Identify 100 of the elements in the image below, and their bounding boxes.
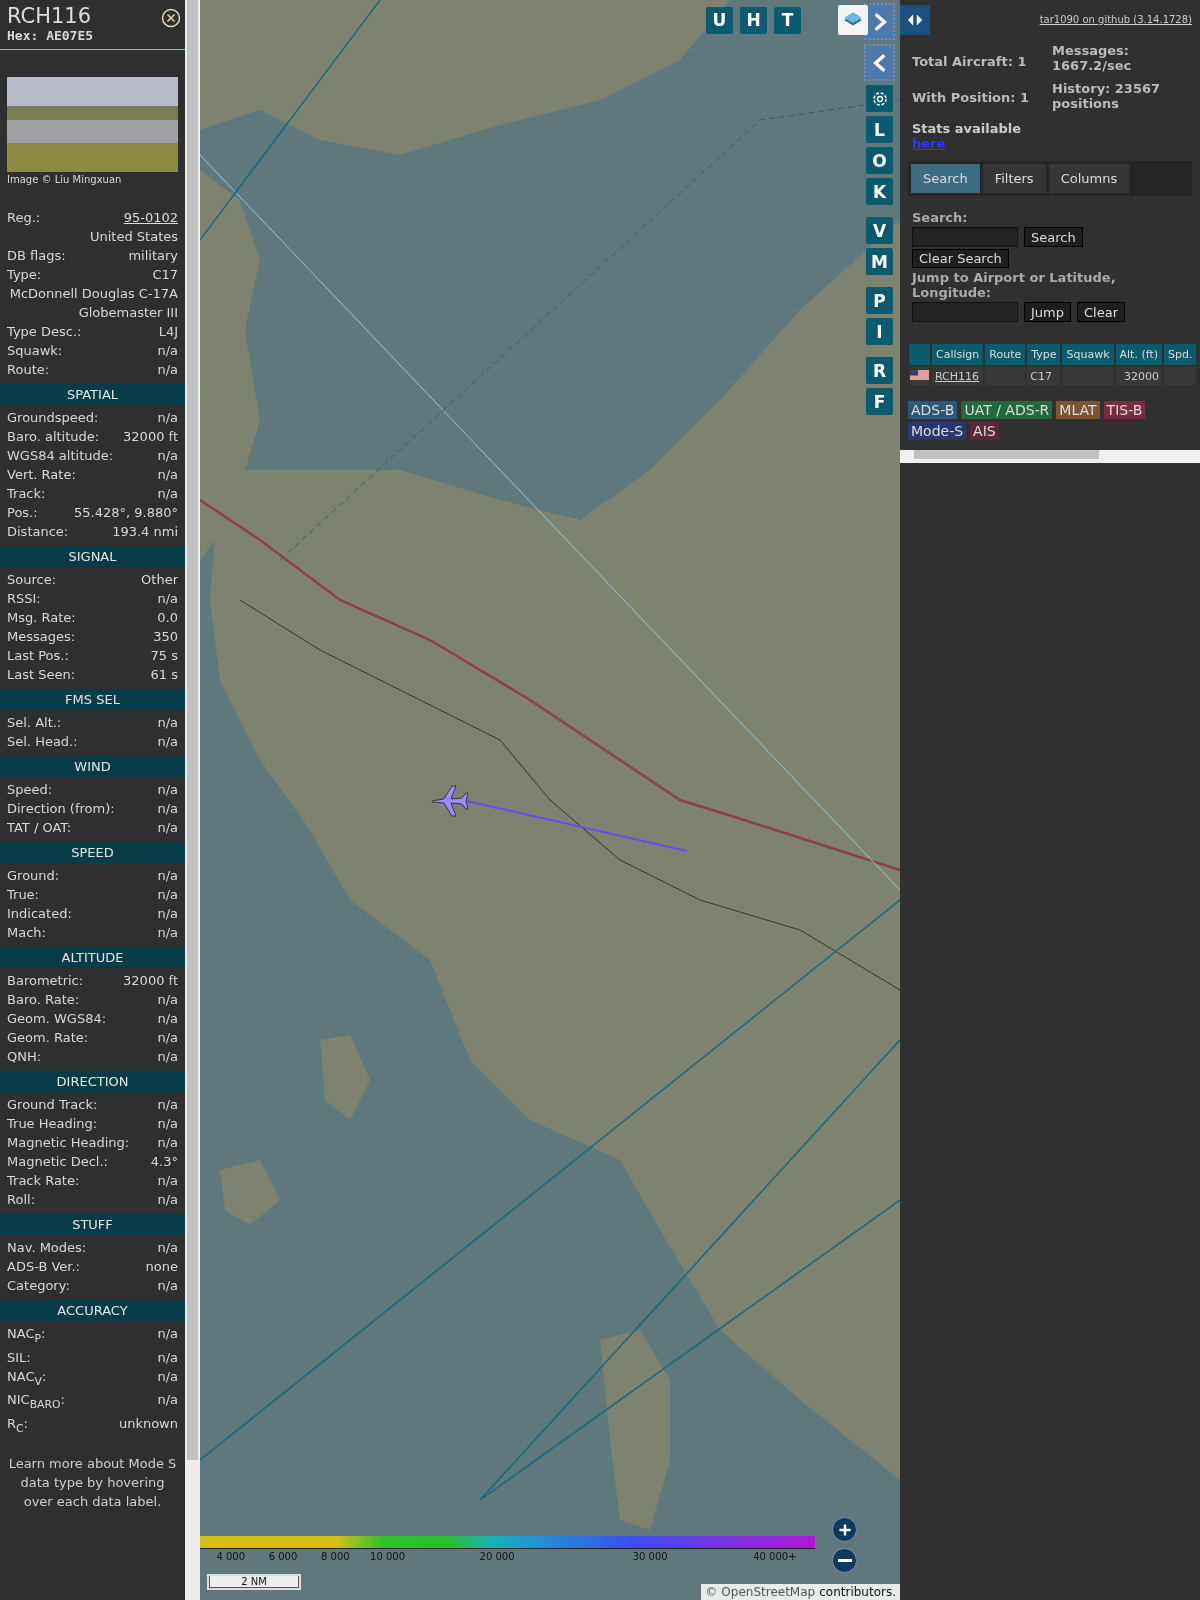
field-label: Mach: — [7, 924, 46, 942]
collapse-button[interactable] — [864, 44, 895, 81]
map-toggle-button[interactable]: I — [866, 318, 893, 345]
map-toggle-button[interactable]: R — [866, 357, 893, 384]
field-label: Category: — [7, 1277, 70, 1295]
message-rate: Messages: 1667.2/sec — [1052, 43, 1133, 73]
field-label: NAC$_{P}$: — [7, 1325, 46, 1347]
field-label: Magnetic Decl.: — [7, 1153, 108, 1171]
field-value: n/a — [157, 1191, 178, 1209]
map-toggle-button[interactable]: P — [866, 287, 893, 314]
map-toggle-button[interactable]: H — [740, 6, 767, 34]
field-label: Ground Track: — [7, 1096, 98, 1114]
field-label: Groundspeed: — [7, 409, 99, 427]
map-toggle-button[interactable]: O — [866, 147, 893, 174]
field-label: Geom. WGS84: — [7, 1010, 107, 1028]
field-label: QNH: — [7, 1048, 42, 1066]
section-header: STUFF — [0, 1214, 185, 1235]
field-label: ADS-B Ver.: — [7, 1258, 80, 1276]
field-value: 0.0 — [157, 609, 178, 627]
field-label: Ground: — [7, 867, 60, 885]
field-value: McDonnell Douglas C-17A Globemaster III — [8, 285, 178, 322]
jump-label: Jump to Airport or Latitude, Longitude: — [912, 270, 1117, 300]
map-toggle-button[interactable]: U — [706, 6, 733, 34]
map-toggle-button[interactable]: T — [774, 6, 801, 34]
field-value: n/a — [157, 1115, 178, 1133]
search-button[interactable]: Search — [1024, 227, 1083, 247]
minus-icon — [837, 1559, 852, 1562]
field-value: C17 — [152, 266, 178, 284]
tab[interactable]: Columns — [1048, 164, 1130, 193]
field-value: L4J — [158, 323, 178, 341]
field-value: n/a — [157, 924, 178, 942]
source-tag: ADS-B — [908, 401, 958, 419]
aircraft-row[interactable]: RCH116 C17 32000 — [909, 367, 1197, 385]
field-value: n/a — [157, 1277, 178, 1295]
field-value: n/a — [157, 1096, 178, 1114]
column-header[interactable]: Route — [985, 344, 1026, 365]
field-label: WGS84 altitude: — [7, 447, 114, 465]
column-header[interactable]: Alt. (ft) — [1115, 344, 1162, 365]
section-header: ALTITUDE — [0, 947, 185, 968]
clear-search-button[interactable]: Clear Search — [912, 249, 1009, 268]
search-field[interactable] — [912, 227, 1018, 247]
field-value: n/a — [157, 800, 178, 818]
layers-button[interactable] — [838, 5, 868, 35]
field-label: NAC$_{V}$: — [7, 1367, 47, 1390]
field-value: 350 — [153, 628, 178, 646]
field-value: Other — [141, 571, 178, 589]
field-value: n/a — [157, 1010, 178, 1028]
field-label: SIL: — [7, 1348, 31, 1367]
source-tag: TIS-B — [1103, 401, 1146, 419]
map-view[interactable]: U H T L O K V M P I R F 4 000 6 000 8 000 10 000 20 000 30 000 40 000+ 2 NM © OpenStreetMap contributors. — [200, 0, 900, 1600]
map-toggle-button[interactable]: F — [866, 388, 893, 415]
legend-label: 4 000 — [216, 1551, 246, 1562]
close-icon[interactable] — [161, 8, 181, 28]
field-value: n/a — [157, 1048, 178, 1066]
expand-button[interactable] — [864, 3, 895, 40]
legend-label: 20 000 — [479, 1551, 515, 1562]
settings-button[interactable] — [866, 85, 893, 112]
field-value: n/a — [157, 781, 178, 799]
section-header: DIRECTION — [0, 1071, 185, 1092]
field-label: DB flags: — [7, 247, 66, 265]
map-toggle-button[interactable]: L — [866, 116, 893, 143]
column-header[interactable]: Callsign — [932, 344, 984, 365]
source-tag: MLAT — [1056, 401, 1100, 419]
field-label: Messages: — [7, 628, 76, 646]
horizontal-scrollbar[interactable] — [900, 450, 1200, 463]
field-value: n/a — [157, 466, 178, 484]
field-label: Sel. Alt.: — [7, 714, 62, 732]
jump-button[interactable]: Jump — [1024, 302, 1071, 322]
field-label: Squawk: — [7, 342, 63, 360]
tab[interactable]: Filters — [982, 164, 1046, 193]
jump-field[interactable] — [912, 302, 1018, 322]
panel-toggle-button[interactable] — [900, 5, 930, 35]
column-header — [909, 344, 930, 365]
field-value: n/a — [157, 714, 178, 732]
field-label: True: — [7, 886, 39, 904]
clear-button[interactable]: Clear — [1077, 302, 1125, 322]
photo-credit: Image © Liu Mingxuan — [6, 173, 123, 187]
registration-link[interactable]: 95-0102 — [123, 208, 178, 227]
attribution-link[interactable]: OpenStreetMap — [721, 1585, 816, 1599]
tab[interactable]: Search — [911, 164, 980, 193]
field-label: Last Pos.: — [7, 647, 69, 665]
section-header: SPATIAL — [0, 384, 185, 405]
column-header[interactable]: Spd. — [1164, 344, 1197, 365]
field-label: Type Desc.: — [7, 323, 82, 341]
column-header[interactable]: Squawk — [1062, 344, 1114, 365]
map-toggle-button[interactable]: M — [866, 248, 893, 275]
github-link[interactable]: tar1090 on github (3.14.1728) — [1039, 14, 1192, 25]
field-label: Indicated: — [7, 905, 72, 923]
field-value: 61 s — [150, 666, 178, 684]
vertical-scrollbar[interactable] — [185, 0, 200, 1600]
plus-icon — [836, 1521, 853, 1538]
field-label: TAT / OAT: — [7, 819, 72, 837]
source-tag: AIS — [970, 422, 999, 440]
field-label: Nav. Modes: — [7, 1239, 87, 1257]
column-header[interactable]: Type — [1027, 344, 1061, 365]
field-value: n/a — [157, 905, 178, 923]
map-toggle-button[interactable]: K — [866, 178, 893, 205]
map-toggle-button[interactable]: V — [866, 217, 893, 244]
stats-label: Stats available — [912, 121, 1023, 136]
legend-label: 6 000 — [268, 1551, 298, 1562]
